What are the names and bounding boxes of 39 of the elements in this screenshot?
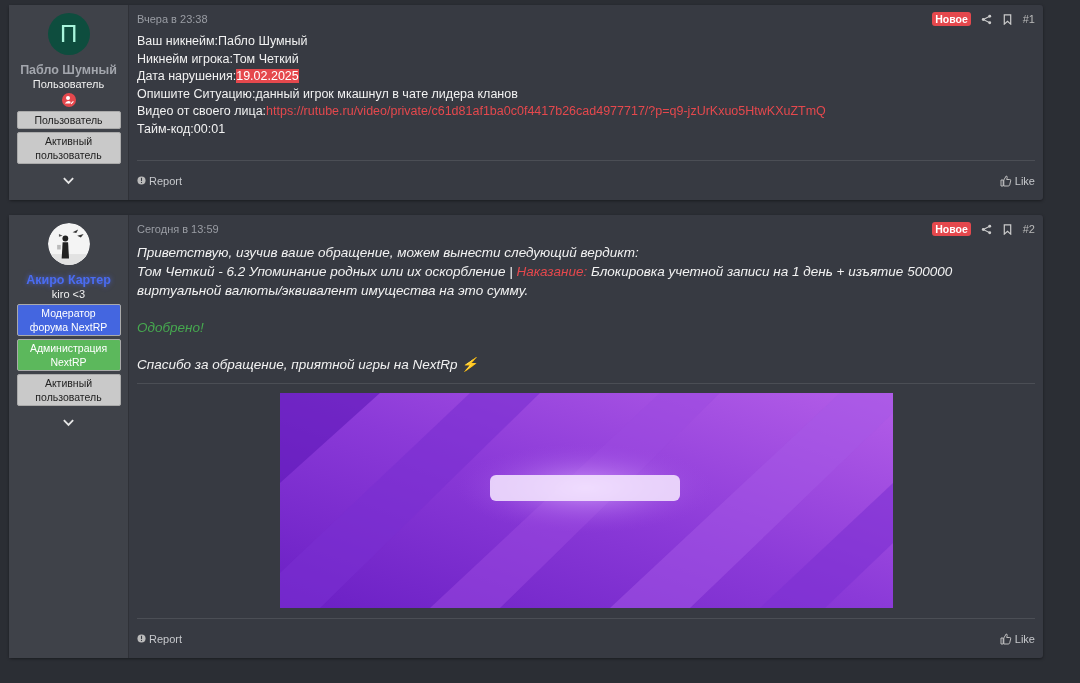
message-text: Том Четкий - 6.2 Упоминание родных или их оскорбление | Наказание: Блокировка учетной записи на 1 день + изъятие 500000 виртуальной валюты/эквивалент имущества на это сумму.: [137, 263, 954, 300]
user-banner: Администрация NextRP: [16, 339, 121, 371]
share-icon[interactable]: [980, 13, 992, 25]
chevron-down-icon[interactable]: [62, 418, 75, 427]
message-text: Приветствую, изучив ваше обращение, можем вынести следующий вердикт:: [137, 244, 640, 262]
username[interactable]: Пабло Шумный: [20, 63, 117, 77]
user-banner: Модератор форума NextRP: [16, 304, 121, 336]
post-number[interactable]: #1: [1022, 13, 1035, 25]
message-text: Опишите Ситуацию:данный игрок мкашнул в чате лидера кланов: [137, 85, 519, 103]
user-banner: Активный пользователь: [16, 132, 121, 164]
post-date[interactable]: Сегодня в 13:59: [137, 223, 219, 235]
thumbs-up-icon: [999, 632, 1012, 645]
user-banner: Активный пользователь: [16, 374, 121, 406]
like-button[interactable]: Like: [999, 632, 1035, 645]
message-text: Видео от своего лица:https://rutube.ru/video/private/c61d81af1ba0c0f4417b26cad4977717/?p=q9-jzUrKxuo5HtwKXuZTmQ: [137, 103, 827, 120]
message-text: Одобрено!: [137, 319, 205, 337]
thumbs-up-icon: [999, 174, 1012, 187]
user-banner: Пользователь: [16, 111, 121, 129]
chevron-down-icon[interactable]: [62, 176, 75, 185]
user-title: Пользователь: [32, 78, 105, 90]
new-label: Новое: [932, 12, 971, 26]
report-link[interactable]: Report: [137, 632, 183, 645]
like-button[interactable]: Like: [999, 174, 1035, 187]
avatar[interactable]: П: [47, 13, 90, 55]
post-number[interactable]: #2: [1022, 223, 1035, 235]
share-icon[interactable]: [980, 223, 992, 235]
bookmark-icon[interactable]: [1001, 223, 1013, 235]
report-link[interactable]: Report: [137, 174, 183, 187]
message-text: Спасибо за обращение, приятной игры на NextRp ⚡: [137, 356, 480, 374]
user-title: kiro <3: [51, 288, 86, 300]
info-icon: [137, 176, 146, 185]
new-label: Новое: [932, 222, 971, 236]
message-text: Никнейм игрока:Том Четкий: [137, 50, 300, 68]
bookmark-icon[interactable]: [1001, 13, 1013, 25]
info-icon: [137, 634, 146, 643]
message-text: Ваш никнейм:Пабло Шумный: [137, 33, 309, 50]
message-text: Тайм-код:00:01: [137, 120, 227, 138]
post-date[interactable]: Вчера в 23:38: [137, 13, 208, 25]
message-text: Дата нарушения:19.02.2025: [137, 68, 300, 85]
